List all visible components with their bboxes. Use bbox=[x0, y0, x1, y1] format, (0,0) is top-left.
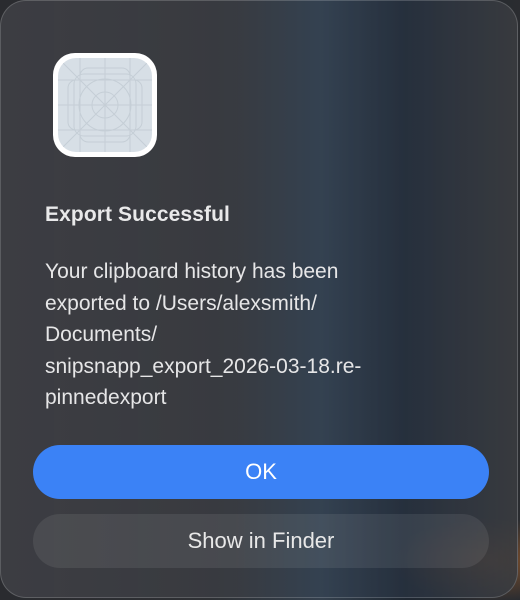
dialog-message: Your clipboard history has been exported… bbox=[45, 256, 485, 414]
message-line: Your clipboard history has been bbox=[45, 260, 339, 283]
message-line: snipsnapp_export_2026-03-18.re- bbox=[45, 354, 362, 378]
alert-dialog: Export Successful Your clipboard history… bbox=[0, 0, 518, 598]
message-line: exported to /Users/alexsmith/ bbox=[45, 291, 317, 315]
dialog-title: Export Successful bbox=[45, 203, 230, 226]
message-line: Documents/ bbox=[45, 323, 158, 346]
app-placeholder-icon bbox=[53, 53, 157, 157]
message-line: pinnedexport bbox=[45, 386, 167, 409]
show-in-finder-button[interactable]: Show in Finder bbox=[33, 514, 489, 568]
ok-button[interactable]: OK bbox=[33, 445, 489, 499]
